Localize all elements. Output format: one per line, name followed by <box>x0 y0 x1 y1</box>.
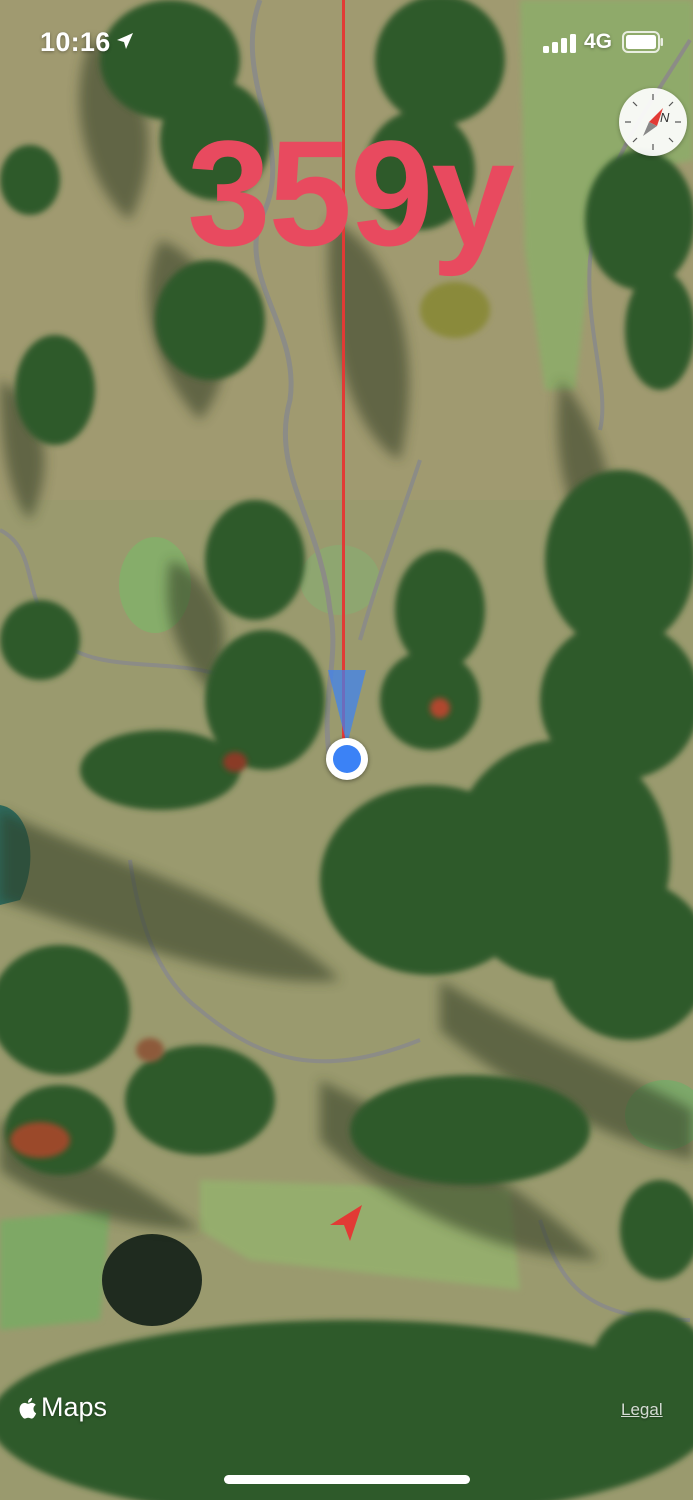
target-marker-icon[interactable] <box>328 1203 364 1243</box>
home-indicator[interactable] <box>224 1475 470 1484</box>
compass-north-letter: N <box>660 110 670 125</box>
user-location-dot <box>326 738 368 780</box>
maps-label: Maps <box>41 1392 108 1422</box>
compass-icon: N <box>625 94 681 150</box>
location-arrow-icon <box>117 33 133 49</box>
status-time: 10:16 <box>40 27 111 57</box>
battery-icon <box>622 31 663 53</box>
apple-logo-icon <box>19 1397 37 1419</box>
status-bar: 10:16 4G <box>0 0 693 90</box>
network-type: 4G <box>584 30 613 53</box>
signal-icon <box>543 33 577 53</box>
legal-link[interactable]: Legal <box>621 1400 663 1420</box>
distance-readout: 359y <box>187 109 515 277</box>
compass-button[interactable]: N <box>619 88 687 156</box>
maps-attribution: Maps <box>18 1392 107 1423</box>
golf-map-screen: 359y 10:16 4G N Maps Legal <box>0 0 693 1500</box>
